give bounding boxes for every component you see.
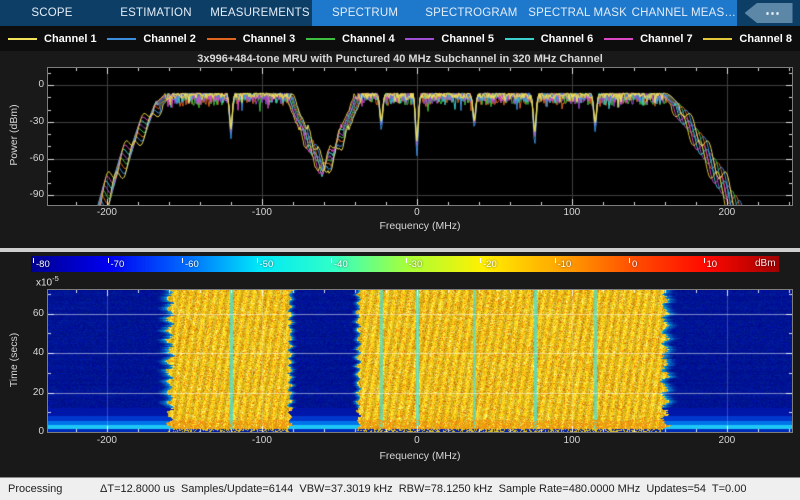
colorbar-unit-label: dBm [755, 258, 776, 269]
spectrum-x-tick-label: 100 [550, 207, 594, 218]
colorbar-tick-label: -40 [334, 259, 348, 270]
spectrogram-x-tick-label: -200 [85, 435, 129, 446]
spectrogram-y-tick-label: 40 [2, 347, 44, 358]
colorbar-tick-label: -70 [111, 259, 125, 270]
spectrogram-x-tick-label: 100 [550, 435, 594, 446]
legend-item-channel-1[interactable]: Channel 1 [8, 33, 97, 45]
spectrogram-x-tick-label: 200 [705, 435, 749, 446]
colorbar-tick-label: -10 [558, 259, 572, 270]
tab-estimation[interactable]: ESTIMATION [104, 0, 208, 26]
legend-label: Channel 6 [541, 33, 594, 45]
legend-label: Channel 8 [739, 33, 792, 45]
spectrum-x-tick-label: -200 [85, 207, 129, 218]
legend-item-channel-2[interactable]: Channel 2 [107, 33, 196, 45]
legend-label: Channel 7 [640, 33, 693, 45]
spectrogram-y-tick-label: 20 [2, 387, 44, 398]
channel-4-line-swatch [306, 38, 335, 40]
legend-item-channel-7[interactable]: Channel 7 [604, 33, 693, 45]
spectrum-analyzer-window: SCOPE ESTIMATION MEASUREMENTS SPECTRUM S… [0, 0, 800, 500]
ellipsis-icon: ⋯ [765, 4, 780, 22]
channel-8-line-swatch [703, 38, 732, 40]
status-state: Processing [8, 483, 100, 495]
spectrum-plot-canvas[interactable] [47, 67, 793, 206]
spectrum-x-tick-label: 200 [705, 207, 749, 218]
legend-item-channel-3[interactable]: Channel 3 [207, 33, 296, 45]
spectrogram-y-tick-label: 0 [2, 426, 44, 437]
tab-measurements[interactable]: MEASUREMENTS [208, 0, 312, 26]
spectrogram-x-axis-label: Frequency (MHz) [48, 450, 792, 462]
legend-item-channel-8[interactable]: Channel 8 [703, 33, 792, 45]
spectrogram-y-tick-label: 60 [2, 308, 44, 319]
legend-label: Channel 2 [143, 33, 196, 45]
spectrum-y-tick-label: -30 [2, 116, 44, 127]
channel-2-line-swatch [107, 38, 136, 40]
channel-legend: Channel 1 Channel 2 Channel 3 Channel 4 … [0, 26, 800, 51]
legend-label: Channel 5 [441, 33, 494, 45]
legend-label: Channel 4 [342, 33, 395, 45]
spectrum-x-tick-label: -100 [240, 207, 284, 218]
tab-scope[interactable]: SCOPE [0, 0, 104, 26]
overflow-collapse-button[interactable]: ⋯ [745, 3, 793, 23]
legend-item-channel-4[interactable]: Channel 4 [306, 33, 395, 45]
channel-7-line-swatch [604, 38, 633, 40]
toolstrip-left-group: SCOPE ESTIMATION MEASUREMENTS [0, 0, 312, 26]
spectrogram-x-tick-label: 0 [395, 435, 439, 446]
legend-label: Channel 1 [44, 33, 97, 45]
spectrum-y-tick-label: 0 [2, 79, 44, 90]
tab-spectrum[interactable]: SPECTRUM [312, 0, 418, 26]
toolstrip-blue-group: SPECTRUM SPECTROGRAM SPECTRAL MASK CHANN… [312, 0, 737, 26]
tab-spectral-mask[interactable]: SPECTRAL MASK [525, 0, 631, 26]
spectrogram-plot-canvas[interactable] [47, 289, 793, 433]
channel-6-line-swatch [505, 38, 534, 40]
colorbar-tick-label: -80 [36, 259, 50, 270]
spectrum-x-tick-label: 0 [395, 207, 439, 218]
channel-5-line-swatch [405, 38, 434, 40]
spectrum-y-tick-label: -90 [2, 189, 44, 200]
legend-label: Channel 3 [243, 33, 296, 45]
colorbar-tick-label: 10 [707, 259, 718, 270]
tab-spectrogram[interactable]: SPECTROGRAM [418, 0, 524, 26]
spectrogram-x-tick-label: -100 [240, 435, 284, 446]
channel-3-line-swatch [207, 38, 236, 40]
spectrum-y-tick-label: -60 [2, 153, 44, 164]
tab-channel-measurements[interactable]: CHANNEL MEAS… [631, 0, 737, 26]
legend-item-channel-5[interactable]: Channel 5 [405, 33, 494, 45]
channel-1-line-swatch [8, 38, 37, 40]
legend-item-channel-6[interactable]: Channel 6 [505, 33, 594, 45]
colorbar-tick-label: -50 [260, 259, 274, 270]
toolstrip-tabbar: SCOPE ESTIMATION MEASUREMENTS SPECTRUM S… [0, 0, 800, 26]
colorbar-tick-label: -20 [483, 259, 497, 270]
spectrum-title: 3x996+484-tone MRU with Punctured 40 MHz… [0, 53, 800, 65]
toolstrip-overflow-area: ⋯ [737, 0, 800, 26]
spectrum-x-axis-label: Frequency (MHz) [48, 220, 792, 232]
colorbar-tick-label: -60 [185, 259, 199, 270]
colorbar-tick-label: 0 [632, 259, 637, 270]
status-metrics: ΔT=12.8000 us Samples/Update=6144 VBW=37… [100, 483, 746, 495]
status-bar: Processing ΔT=12.8000 us Samples/Update=… [0, 477, 800, 500]
colorbar-tick-label: -30 [409, 259, 423, 270]
time-axis-exponent-label: x10-5 [36, 274, 59, 288]
